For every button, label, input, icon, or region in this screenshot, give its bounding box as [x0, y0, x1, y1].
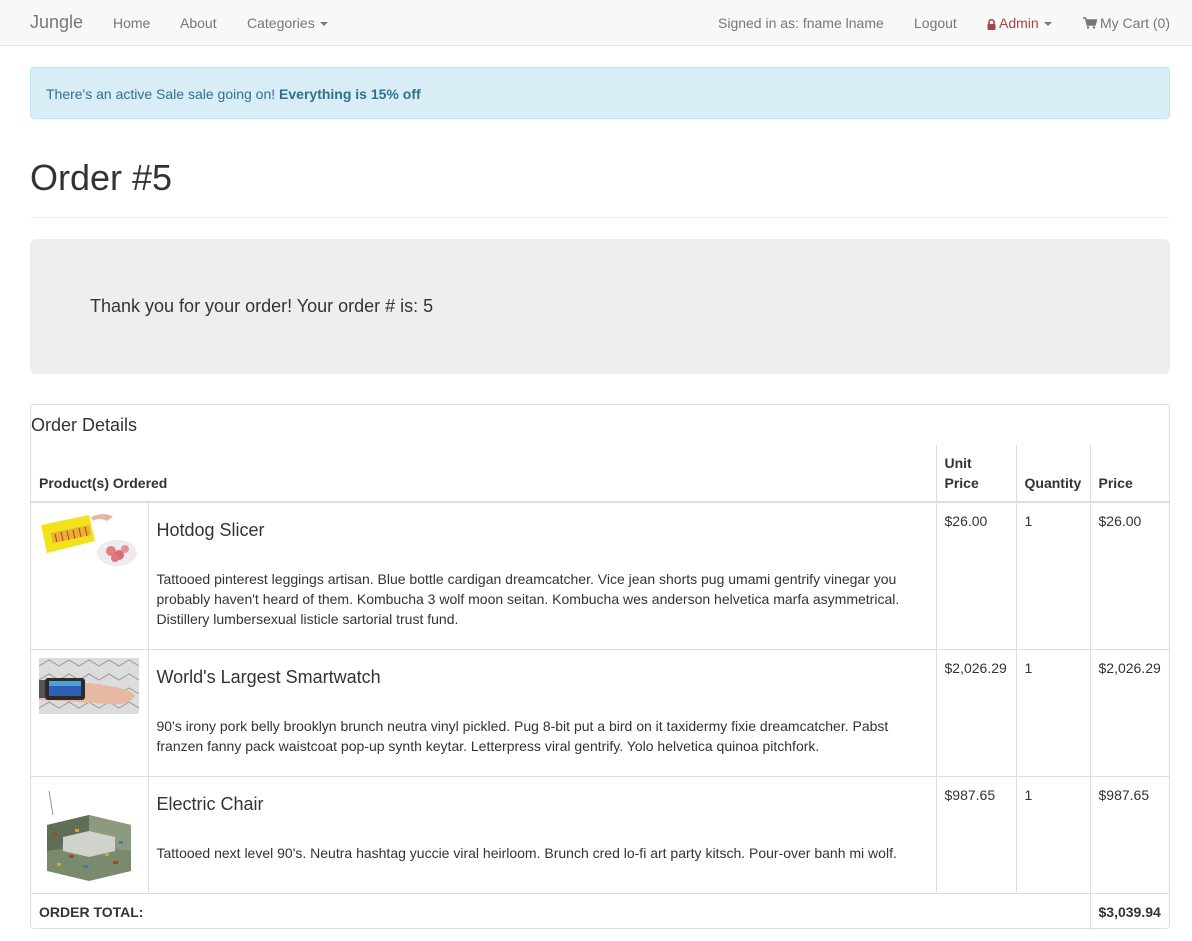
product-name: Electric Chair [156, 793, 264, 814]
product-name: Hotdog Slicer [156, 520, 265, 540]
column-header-quantity: Quantity [1015, 445, 1090, 503]
cart-label: My Cart (0) [1100, 15, 1170, 31]
quantity-cell: 1 [1015, 775, 1090, 893]
quantity-cell: 1 [1015, 648, 1090, 776]
nav-home-link[interactable]: Home [113, 13, 150, 33]
order-items-table: Product(s) Ordered Unit Price Quantity P… [31, 445, 1169, 930]
price-cell: $26.00 [1089, 501, 1169, 649]
table-row: Hotdog Slicer Tattooed pinterest legging… [31, 501, 1169, 649]
thank-you-message: Thank you for your order! Your order # i… [90, 296, 434, 316]
brand-link[interactable]: Jungle [30, 11, 83, 33]
caret-down-icon [319, 22, 328, 27]
order-confirmation-box: Thank you for your order! Your order # i… [30, 239, 1170, 374]
sale-alert-text: There's an active Sale sale going on! [46, 86, 280, 102]
cart-link[interactable]: My Cart (0) [1083, 13, 1170, 33]
product-info-cell: Electric Chair Tattooed next level 90's.… [147, 775, 936, 893]
header-divider [30, 217, 1170, 218]
product-image-cell [31, 775, 148, 893]
caret-down-icon [1043, 22, 1052, 27]
navbar: Jungle Home About Categories Signed in a… [0, 0, 1192, 46]
signed-in-text: Signed in as: fname lname [718, 15, 884, 31]
product-info-cell: Hotdog Slicer Tattooed pinterest legging… [147, 501, 936, 649]
order-total-row: ORDER TOTAL: $3,039.94 [31, 892, 1169, 930]
product-image-cell [31, 501, 148, 649]
sale-alert-emphasis: Everything is 15% off [279, 86, 421, 102]
admin-label: Admin [999, 15, 1039, 31]
product-info-cell: World's Largest Smartwatch 90's irony po… [147, 648, 936, 776]
table-header-row: Product(s) Ordered Unit Price Quantity P… [31, 445, 1169, 503]
logout-link[interactable]: Logout [914, 13, 957, 33]
column-header-product: Product(s) Ordered [31, 445, 936, 503]
order-details-heading: Order Details [31, 415, 138, 435]
order-total-value: $3,039.94 [1089, 892, 1169, 930]
smartwatch-image [39, 657, 139, 714]
order-details-panel: Order Details Product(s) Ordered Unit Pr… [30, 404, 1170, 930]
nav-about-link[interactable]: About [180, 13, 217, 33]
electric-chair-image [39, 784, 139, 885]
price-cell: $987.65 [1089, 775, 1169, 893]
hotdog-slicer-image [39, 511, 139, 567]
unit-price-cell: $26.00 [935, 501, 1016, 649]
unit-price-cell: $2,026.29 [935, 648, 1016, 776]
product-description: Tattooed pinterest leggings artisan. Blu… [156, 571, 900, 627]
product-description: Tattooed next level 90's. Neutra hashtag… [156, 844, 897, 861]
product-image-cell [31, 648, 148, 776]
quantity-cell: 1 [1015, 501, 1090, 649]
column-header-price: Price [1089, 445, 1169, 503]
product-name: World's Largest Smartwatch [156, 666, 381, 687]
price-cell: $2,026.29 [1089, 648, 1169, 776]
product-description: 90's irony pork belly brooklyn brunch ne… [156, 717, 889, 754]
lock-icon [987, 19, 996, 30]
order-total-label: ORDER TOTAL: [31, 892, 1090, 930]
page-title: Order #5 [30, 157, 173, 198]
column-header-unit-price: Unit Price [935, 445, 1016, 503]
table-row: Electric Chair Tattooed next level 90's.… [31, 775, 1169, 893]
categories-label: Categories [247, 15, 315, 31]
table-row: World's Largest Smartwatch 90's irony po… [31, 648, 1169, 776]
unit-price-cell: $987.65 [935, 775, 1016, 893]
nav-categories-dropdown[interactable]: Categories [247, 13, 328, 33]
sale-alert: There's an active Sale sale going on! Ev… [30, 67, 1170, 119]
admin-dropdown[interactable]: Admin [987, 13, 1052, 33]
shopping-cart-icon [1083, 17, 1097, 29]
